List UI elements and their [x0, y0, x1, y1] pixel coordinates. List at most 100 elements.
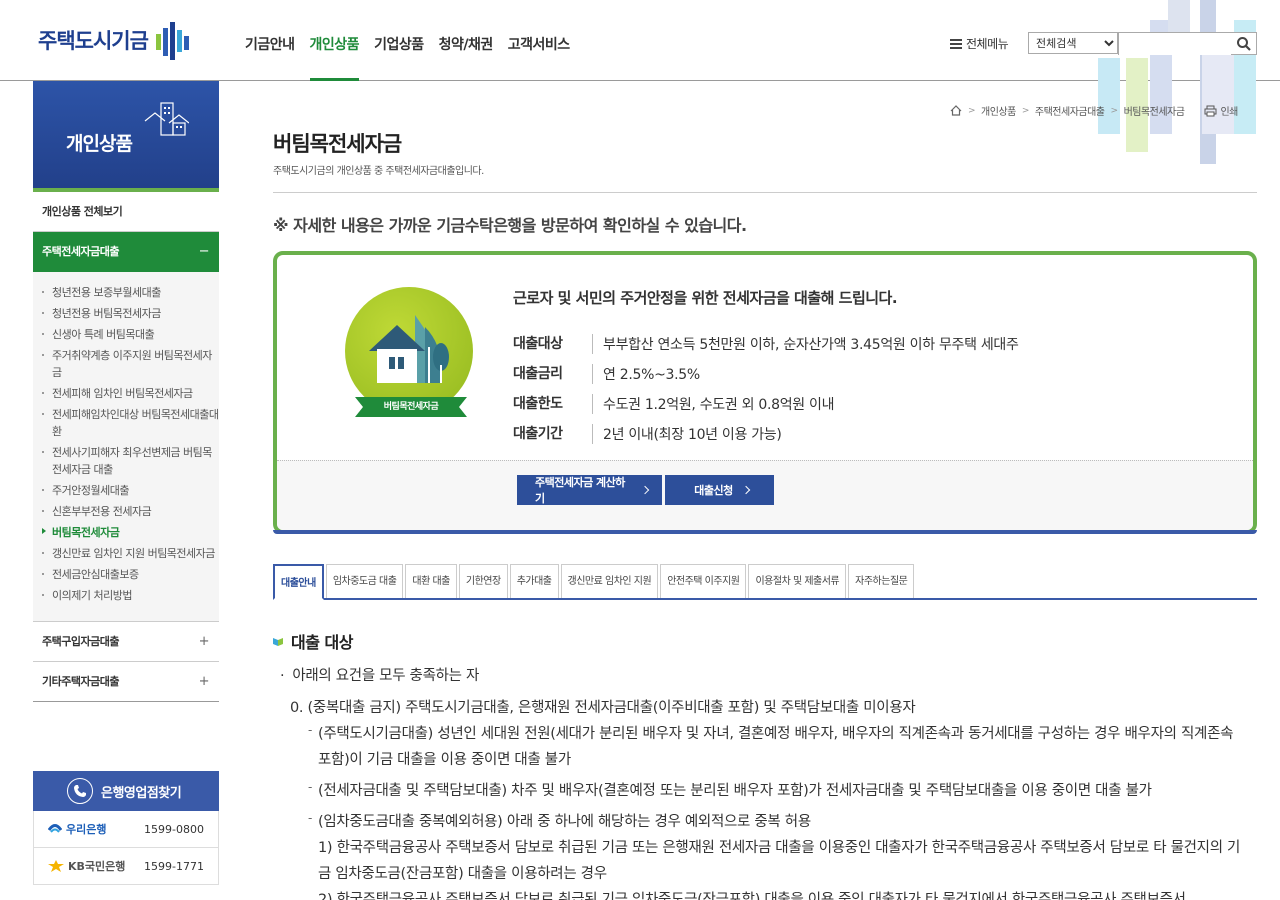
section-title-text: 대출 대상	[291, 633, 353, 652]
nav-personal-products[interactable]: 개인상품	[309, 34, 360, 81]
breadcrumb-item[interactable]: 개인상품	[981, 103, 1016, 118]
bank-finder-header[interactable]: 은행영업점찾기	[33, 771, 219, 811]
logo-mark-icon	[155, 22, 189, 60]
sidebar-item[interactable]: 전세피해 임차인 버팀목전세자금	[33, 383, 219, 404]
bank-row-kb[interactable]: KB국민은행 1599-1771	[33, 848, 219, 885]
search-icon[interactable]	[1236, 36, 1252, 52]
tab-interim-payment-loan[interactable]: 임차중도금 대출	[325, 564, 404, 598]
expand-icon: +	[198, 634, 210, 649]
nav-fund-info[interactable]: 기금안내	[245, 34, 295, 81]
chevron-right-icon	[640, 485, 650, 495]
sidebar-submenu: 청년전용 보증부월세대출 청년전용 버팀목전세자금 신생아 특례 버팀목대출 주…	[33, 272, 219, 622]
phone-icon	[67, 778, 93, 804]
search-box	[1118, 32, 1257, 55]
info-row: 대출금리 연 2.5%~3.5%	[513, 359, 1019, 389]
page-title: 버팀목전세자금	[273, 132, 402, 156]
sidebar-group-label: 기타주택자금대출	[42, 675, 119, 688]
sidebar-item[interactable]: 전세피해임차인대상 버팀목전세대출대환	[33, 404, 219, 442]
chevron-right-icon: >	[1110, 105, 1119, 116]
info-label: 대출기간	[513, 424, 593, 444]
bank-name: 우리은행	[66, 823, 107, 836]
tab-refinance-loan[interactable]: 대환 대출	[405, 564, 457, 598]
sidebar-header: 개인상품	[33, 81, 219, 192]
sidebar-item[interactable]: 청년전용 버팀목전세자금	[33, 303, 219, 324]
nav-subscription-bonds[interactable]: 청약/채권	[439, 34, 494, 81]
tab-additional-loan[interactable]: 추가대출	[509, 564, 559, 598]
sidebar: 개인상품 개인상품 전체보기 주택전세자금대출 − 청년전용 보증부월세대출 청…	[33, 81, 219, 702]
kb-bank-icon	[48, 860, 64, 872]
sidebar-all-products[interactable]: 개인상품 전체보기	[33, 192, 219, 232]
tab-renewal-support[interactable]: 갱신만료 임차인 지원	[560, 564, 659, 598]
content-tabs: 대출안내 임차중도금 대출 대환 대출 기한연장 추가대출 갱신만료 임차인 지…	[273, 564, 1257, 600]
bank-logo-woori: 우리은행	[48, 821, 106, 837]
chevron-right-icon: >	[968, 105, 976, 116]
sidebar-item[interactable]: 전세사기피해자 최우선변제금 버팀목 전세자금 대출	[33, 442, 219, 480]
breadcrumb-item[interactable]: 주택전세자금대출	[1035, 103, 1105, 118]
search-input[interactable]	[1119, 34, 1231, 55]
sidebar-group-label: 주택구입자금대출	[42, 635, 119, 648]
tab-faq[interactable]: 자주하는질문	[848, 564, 915, 598]
sidebar-title: 개인상품	[66, 133, 133, 155]
info-value: 2년 이내(최장 10년 이용 가능)	[603, 427, 782, 443]
product-emblem: 버팀목전세자금	[345, 287, 473, 417]
info-value: 연 2.5%~3.5%	[603, 367, 700, 383]
bank-finder-title: 은행영업점찾기	[101, 785, 182, 801]
tab-procedure-documents[interactable]: 이용절차 및 제출서류	[748, 564, 847, 598]
sidebar-item[interactable]: 청년전용 보증부월세대출	[33, 282, 219, 303]
sidebar-item[interactable]: 이의제기 처리방법	[33, 585, 219, 606]
search-category-select[interactable]: 전체검색	[1028, 32, 1118, 54]
site-logo[interactable]: 주택도시기금	[38, 20, 190, 60]
sidebar-group-other-loan[interactable]: 기타주택자금대출 +	[33, 662, 219, 702]
sidebar-item[interactable]: 갱신만료 임차인 지원 버팀목전세자금	[33, 543, 219, 564]
bullet-text: 아래의 요건을 모두 충족하는 자	[292, 668, 480, 684]
emblem-circle	[345, 287, 473, 415]
site-header: 주택도시기금 기금안내 개인상품 기업상품 청약/채권 고객서비스 전체메뉴 전…	[0, 0, 1280, 164]
bank-phone: 1599-0800	[144, 822, 204, 836]
hamburger-icon	[950, 38, 962, 49]
section-body: · 아래의 요건을 모두 충족하는 자 0. (중복대출 금지) 주택도시기금대…	[280, 665, 1250, 900]
loan-apply-button[interactable]: 대출신청	[665, 475, 774, 505]
requirement-detail: (임차중도금대출 중복예외허용) 아래 중 하나에 해당하는 경우 예외적으로 …	[308, 805, 1250, 835]
nav-corporate-products[interactable]: 기업상품	[374, 34, 424, 81]
breadcrumb: > 개인상품 > 주택전세자금대출 > 버팀목전세자금 인쇄	[950, 103, 1238, 118]
info-row: 대출대상 부부합산 연소득 5천만원 이하, 순자산가액 3.45억원 이하 무…	[513, 329, 1019, 359]
sidebar-item[interactable]: 신혼부부전용 전세자금	[33, 501, 219, 522]
info-label: 대출한도	[513, 394, 593, 414]
sidebar-group-purchase-loan[interactable]: 주택구입자금대출 +	[33, 622, 219, 662]
nav-customer-service[interactable]: 고객서비스	[508, 34, 570, 81]
home-icon[interactable]	[950, 105, 962, 116]
exception-item: 1) 한국주택금융공사 주택보증서 담보로 취급된 기금 또는 은행재원 전세자…	[318, 840, 1241, 882]
logo-text: 주택도시기금	[38, 29, 149, 53]
button-label: 주택전세자금 계산하기	[535, 476, 625, 505]
info-label: 대출금리	[513, 364, 593, 384]
info-label: 대출대상	[513, 334, 593, 354]
product-headline: 근로자 및 서민의 주거안정을 위한 전세자금을 대출해 드립니다.	[513, 289, 898, 307]
requirement-item: 0. (중복대출 금지) 주택도시기금대출, 은행재원 전세자금대출(이주비대출…	[290, 700, 916, 716]
sidebar-item[interactable]: 신생아 특례 버팀목대출	[33, 324, 219, 345]
requirement-detail: (전세자금대출 및 주택담보대출) 차주 및 배우자(결혼예정 또는 분리된 배…	[308, 774, 1250, 804]
bullet-item: · 아래의 요건을 모두 충족하는 자	[280, 665, 1250, 687]
exception-item: 2) 한국주택금융공사 주택보증서 담보로 취급된 기금 임차중도금(잔금포함)…	[318, 892, 1186, 900]
sidebar-item[interactable]: 주거안정월세대출	[33, 480, 219, 501]
bank-name: KB국민은행	[68, 860, 126, 873]
notice-text: ※ 자세한 내용은 가까운 기금수탁은행을 방문하여 확인하실 수 있습니다.	[273, 216, 747, 235]
bank-logo-kb: KB국민은행	[48, 858, 125, 874]
collapse-icon: −	[198, 244, 210, 259]
sidebar-item[interactable]: 주거취약계층 이주지원 버팀목전세자금	[33, 345, 219, 383]
print-button[interactable]: 인쇄	[1204, 103, 1238, 118]
bank-row-woori[interactable]: 우리은행 1599-0800	[33, 811, 219, 848]
tab-loan-guide[interactable]: 대출안내	[273, 564, 324, 600]
tab-safe-housing[interactable]: 안전주택 이주지원	[660, 564, 747, 598]
jeonse-calculator-button[interactable]: 주택전세자금 계산하기	[517, 475, 662, 505]
product-summary-box: 버팀목전세자금 근로자 및 서민의 주거안정을 위한 전세자금을 대출해 드립니…	[273, 251, 1257, 534]
tab-extension[interactable]: 기한연장	[458, 564, 508, 598]
all-menu-button[interactable]: 전체메뉴	[950, 35, 1009, 52]
sidebar-group-jeonse-loan[interactable]: 주택전세자금대출 −	[33, 232, 219, 272]
info-row: 대출한도 수도권 1.2억원, 수도권 외 0.8억원 이내	[513, 389, 1019, 419]
info-value: 부부합산 연소득 5천만원 이하, 순자산가액 3.45억원 이하 무주택 세대…	[603, 337, 1019, 353]
info-row: 대출기간 2년 이내(최장 10년 이용 가능)	[513, 419, 1019, 449]
bank-finder: 은행영업점찾기 우리은행 1599-0800 KB국민은행 1599-1771	[33, 771, 219, 885]
product-info-table: 대출대상 부부합산 연소득 5천만원 이하, 순자산가액 3.45억원 이하 무…	[513, 329, 1019, 449]
sidebar-item[interactable]: 전세금안심대출보증	[33, 564, 219, 585]
sidebar-item-current[interactable]: 버팀목전세자금	[33, 522, 219, 543]
